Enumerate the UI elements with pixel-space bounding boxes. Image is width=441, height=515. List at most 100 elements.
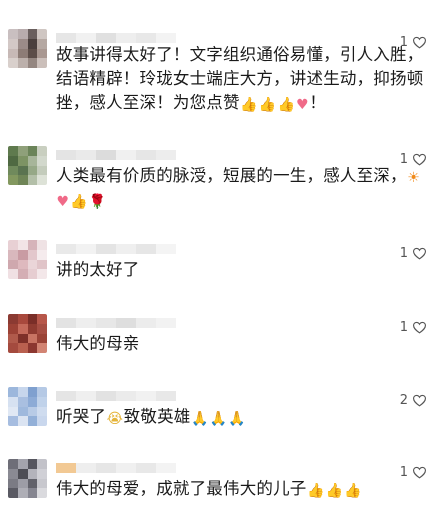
username-blurred[interactable] xyxy=(56,150,176,160)
avatar-pixel xyxy=(37,468,47,479)
avatar-pixel xyxy=(8,175,18,185)
avatar-pixel xyxy=(17,175,28,185)
name-pixel xyxy=(76,318,96,328)
avatar-pixel xyxy=(27,468,38,479)
avatar-pixel xyxy=(27,387,38,397)
name-pixel xyxy=(156,33,176,43)
username-blurred[interactable] xyxy=(56,318,176,328)
avatar-pixel xyxy=(8,48,18,59)
avatar[interactable] xyxy=(8,314,47,353)
avatar-pixel xyxy=(27,488,38,498)
avatar-pixel xyxy=(27,240,38,250)
name-pixel xyxy=(136,463,156,473)
avatar-pixel xyxy=(8,259,18,270)
avatar-pixel xyxy=(17,240,28,250)
avatar-pixel xyxy=(17,165,28,176)
avatar-pixel xyxy=(37,29,47,39)
avatar-pixel xyxy=(37,488,47,498)
avatar-pixel xyxy=(37,478,47,489)
avatar-pixel xyxy=(8,387,18,397)
comment-list: 1 故事讲得太好了！文字组织通俗易懂，引人入胜，结语精辟！玲珑女士端庄大方，讲述… xyxy=(0,0,441,515)
avatar-pixel xyxy=(37,269,47,279)
comment-item: 1 人类最有价质的脉涭，短展的一生，感人至深，☀ ♥👍🌹 xyxy=(0,146,441,216)
avatar-pixel xyxy=(8,58,18,68)
thumbs-up-icon: 👍 xyxy=(240,97,258,113)
name-pixel xyxy=(136,244,156,254)
thumbs-up-icon: 👍 xyxy=(344,483,362,499)
avatar-pixel xyxy=(8,240,18,250)
avatar-pixel xyxy=(37,165,47,176)
avatar-pixel xyxy=(27,333,38,344)
avatar-pixel xyxy=(27,175,38,185)
thumbs-up-icon: 👍 xyxy=(325,483,344,499)
avatar-pixel xyxy=(17,396,28,407)
name-pixel xyxy=(96,150,116,160)
avatar-pixel xyxy=(37,314,47,324)
avatar-pixel xyxy=(17,459,28,469)
name-pixel xyxy=(56,391,76,401)
comment-text: 故事讲得太好了！文字组织通俗易懂，引人入胜，结语精辟！玲珑女士端庄大方，讲述生动… xyxy=(56,45,424,113)
username-blurred[interactable] xyxy=(56,391,176,401)
name-pixel xyxy=(116,33,136,43)
avatar-pixel xyxy=(37,249,47,260)
avatar-pixel xyxy=(27,155,38,166)
rose-icon: 🌹 xyxy=(88,194,107,210)
avatar-pixel xyxy=(27,29,38,39)
avatar-pixel xyxy=(27,459,38,469)
avatar-pixel xyxy=(17,333,28,344)
name-pixel xyxy=(116,244,136,254)
comment-text: 人类最有价质的脉涭，短展的一生，感人至深，☀ ♥👍🌹 xyxy=(56,166,420,210)
avatar[interactable] xyxy=(8,459,47,498)
name-pixel xyxy=(76,391,96,401)
avatar-pixel xyxy=(8,323,18,334)
avatar-pixel xyxy=(17,38,28,49)
avatar-pixel xyxy=(8,146,18,156)
heart-icon: ♥ xyxy=(56,194,70,210)
avatar-pixel xyxy=(17,314,28,324)
name-pixel xyxy=(96,318,116,328)
username-blurred[interactable] xyxy=(56,244,176,254)
avatar[interactable] xyxy=(8,146,47,185)
name-pixel xyxy=(156,463,176,473)
avatar-pixel xyxy=(17,343,28,353)
avatar-pixel xyxy=(37,406,47,417)
avatar-pixel xyxy=(27,314,38,324)
avatar-pixel xyxy=(27,48,38,59)
avatar-pixel xyxy=(37,396,47,407)
thumbs-up-icon: 👍 xyxy=(277,97,296,113)
pray-icon: 🙏 xyxy=(228,411,246,427)
avatar-pixel xyxy=(37,333,47,344)
avatar-pixel xyxy=(37,155,47,166)
avatar-pixel xyxy=(27,38,38,49)
avatar-pixel xyxy=(17,259,28,270)
avatar-pixel xyxy=(37,343,47,353)
avatar[interactable] xyxy=(8,29,47,68)
comment-item: 1 故事讲得太好了！文字组织通俗易懂，引人入胜，结语精辟！玲珑女士端庄大方，讲述… xyxy=(0,29,441,119)
thumbs-up-icon: 👍 xyxy=(307,483,325,499)
name-pixel xyxy=(96,33,116,43)
crying-face-icon: 😭 xyxy=(106,411,124,427)
avatar-pixel xyxy=(37,175,47,185)
username-blurred[interactable] xyxy=(56,33,176,43)
avatar[interactable] xyxy=(8,240,47,279)
name-pixel xyxy=(76,463,96,473)
avatar-pixel xyxy=(8,416,18,426)
avatar-pixel xyxy=(27,249,38,260)
avatar-pixel xyxy=(37,387,47,397)
name-pixel xyxy=(76,33,96,43)
name-pixel xyxy=(116,463,136,473)
avatar-pixel xyxy=(17,249,28,260)
avatar-pixel xyxy=(27,146,38,156)
avatar-pixel xyxy=(8,38,18,49)
name-pixel xyxy=(156,244,176,254)
name-pixel xyxy=(136,318,156,328)
avatar-pixel xyxy=(8,155,18,166)
username-blurred[interactable] xyxy=(56,463,176,473)
avatar-pixel xyxy=(27,416,38,426)
name-pixel xyxy=(136,391,156,401)
avatar[interactable] xyxy=(8,387,47,426)
avatar-pixel xyxy=(8,29,18,39)
avatar-pixel xyxy=(8,468,18,479)
name-pixel xyxy=(116,318,136,328)
avatar-pixel xyxy=(17,478,28,489)
